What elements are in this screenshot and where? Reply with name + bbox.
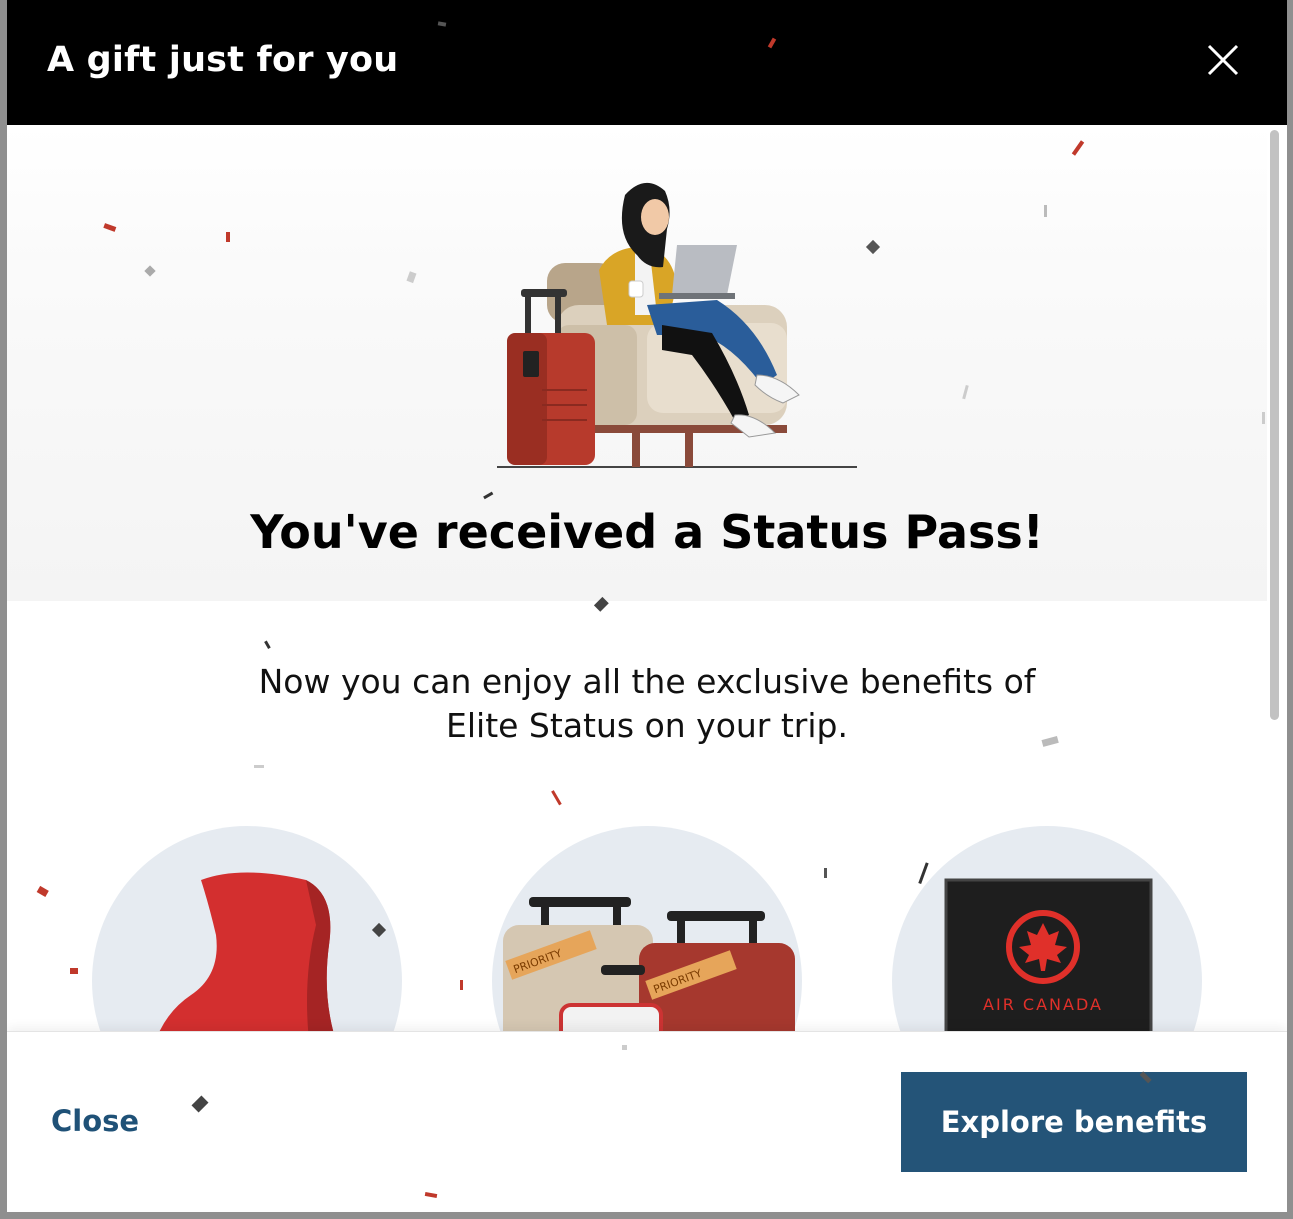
modal-body: You've received a Status Pass! Now you c… bbox=[7, 125, 1287, 1031]
modal-header: A gift just for you bbox=[7, 0, 1287, 125]
status-pass-modal: A gift just for you You've received a St… bbox=[7, 0, 1287, 1212]
woman-in-lounge-chair-illustration bbox=[497, 182, 857, 468]
status-pass-heading: You've received a Status Pass! bbox=[250, 505, 1044, 559]
description-line-1: Now you can enjoy all the exclusive bene… bbox=[258, 662, 1036, 701]
description-line-2: Elite Status on your trip. bbox=[446, 706, 848, 745]
priority-luggage-icon: PRIORITY PRIORITY bbox=[492, 826, 802, 1031]
lounge-chair-icon bbox=[92, 826, 402, 1031]
modal-footer: Close Explore benefits bbox=[7, 1031, 1287, 1212]
close-link[interactable]: Close bbox=[51, 1104, 139, 1138]
air-canada-card-icon: AIR CANADA bbox=[892, 826, 1202, 1031]
modal-title: A gift just for you bbox=[47, 40, 399, 80]
scrollbar-thumb[interactable] bbox=[1270, 130, 1279, 720]
close-icon[interactable] bbox=[1203, 40, 1243, 80]
explore-benefits-button[interactable]: Explore benefits bbox=[901, 1072, 1247, 1172]
benefit-air-canada-card: AIR CANADA bbox=[891, 825, 1203, 1031]
benefit-lounge-card bbox=[91, 825, 403, 1031]
air-canada-brand-text: AIR CANADA bbox=[983, 995, 1103, 1014]
hero-section: You've received a Status Pass! bbox=[7, 125, 1267, 601]
benefits-description: Now you can enjoy all the exclusive bene… bbox=[247, 660, 1047, 748]
benefit-priority-luggage-card: PRIORITY PRIORITY bbox=[491, 825, 803, 1031]
